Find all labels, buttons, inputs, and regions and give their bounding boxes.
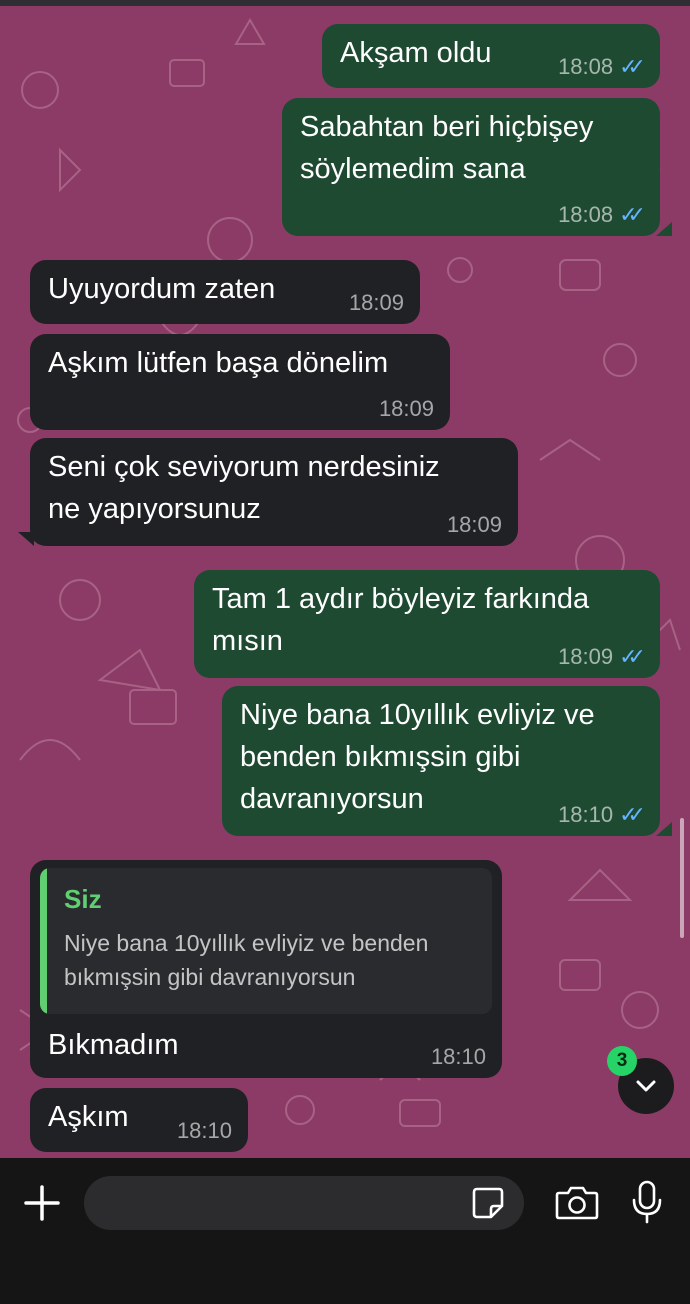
message-meta: 18:09 ✓✓: [558, 644, 646, 670]
message-incoming[interactable]: Seni çok seviyorum nerdesiniz ne yapıyor…: [30, 438, 518, 546]
message-incoming[interactable]: Aşkım lütfen başa dönelim 18:09: [30, 334, 450, 430]
message-time: 18:09: [446, 512, 502, 537]
message-time: 18:08: [558, 202, 614, 227]
read-receipt-icon: ✓✓: [619, 802, 646, 827]
message-text: Aşkım: [48, 1101, 129, 1133]
chevron-down-icon: [636, 1080, 656, 1092]
read-receipt-icon: ✓✓: [619, 54, 646, 79]
message-meta: 18:09: [349, 290, 404, 316]
message-time: 18:08: [558, 54, 614, 79]
read-receipt-icon: ✓✓: [619, 202, 646, 227]
bubble-tail: [656, 222, 672, 236]
message-outgoing[interactable]: Niye bana 10yıllık evliyiz ve benden bık…: [222, 686, 660, 836]
message-text: Uyuyordum zaten: [48, 273, 276, 305]
message-text: Bıkmadım: [48, 1029, 179, 1061]
message-text: Aşkım lütfen başa dönelim: [48, 347, 389, 379]
camera-icon[interactable]: [555, 1184, 599, 1220]
read-receipt-icon: ✓✓: [619, 644, 646, 669]
quoted-message[interactable]: Siz Niye bana 10yıllık evliyiz ve benden…: [40, 868, 492, 1014]
quote-author: Siz: [64, 884, 102, 914]
message-outgoing[interactable]: Tam 1 aydır böyleyiz farkında mısın 18:0…: [194, 570, 660, 678]
message-meta: 18:10: [177, 1118, 232, 1144]
message-incoming[interactable]: Aşkım 18:10: [30, 1088, 248, 1152]
message-time: 18:09: [558, 644, 614, 669]
message-meta: 18:10 ✓✓: [558, 802, 646, 828]
message-incoming-reply[interactable]: Siz Niye bana 10yıllık evliyiz ve benden…: [30, 860, 502, 1078]
message-meta: 18:08 ✓✓: [558, 54, 646, 80]
message-meta: 18:08 ✓✓: [558, 202, 646, 228]
message-time: 18:10: [558, 802, 614, 827]
message-time: 18:10: [430, 1044, 486, 1069]
quote-text: Niye bana 10yıllık evliyiz ve benden bık…: [64, 930, 429, 990]
message-text: Akşam oldu: [340, 37, 492, 69]
message-meta: 18:09: [447, 512, 502, 538]
message-text: Tam 1 aydır böyleyiz farkında mısın: [212, 583, 590, 657]
message-time: 18:09: [378, 396, 434, 421]
message-text: Niye bana 10yıllık evliyiz ve benden bık…: [240, 699, 595, 815]
message-incoming[interactable]: Uyuyordum zaten 18:09: [30, 260, 420, 324]
message-outgoing[interactable]: Akşam oldu 18:08 ✓✓: [322, 24, 660, 88]
message-outgoing[interactable]: Sabahtan beri hiçbişey söylemedim sana 1…: [282, 98, 660, 236]
message-text: Sabahtan beri hiçbişey söylemedim sana: [300, 111, 594, 185]
message-input[interactable]: [84, 1176, 524, 1230]
unread-count-badge: 3: [607, 1046, 637, 1076]
message-time: 18:10: [176, 1118, 232, 1143]
message-time: 18:09: [348, 290, 404, 315]
quote-accent-bar: [40, 868, 47, 1014]
plus-icon[interactable]: [22, 1183, 62, 1223]
scroll-indicator[interactable]: [680, 818, 684, 938]
microphone-icon[interactable]: [630, 1180, 664, 1224]
message-text: Seni çok seviyorum nerdesiniz ne yapıyor…: [48, 451, 440, 525]
message-meta: 18:10: [431, 1044, 486, 1070]
bubble-tail: [656, 822, 672, 836]
top-status-strip: [0, 0, 690, 6]
bubble-tail: [18, 532, 34, 546]
sticker-icon[interactable]: [471, 1186, 505, 1220]
message-meta: 18:09: [379, 396, 434, 422]
